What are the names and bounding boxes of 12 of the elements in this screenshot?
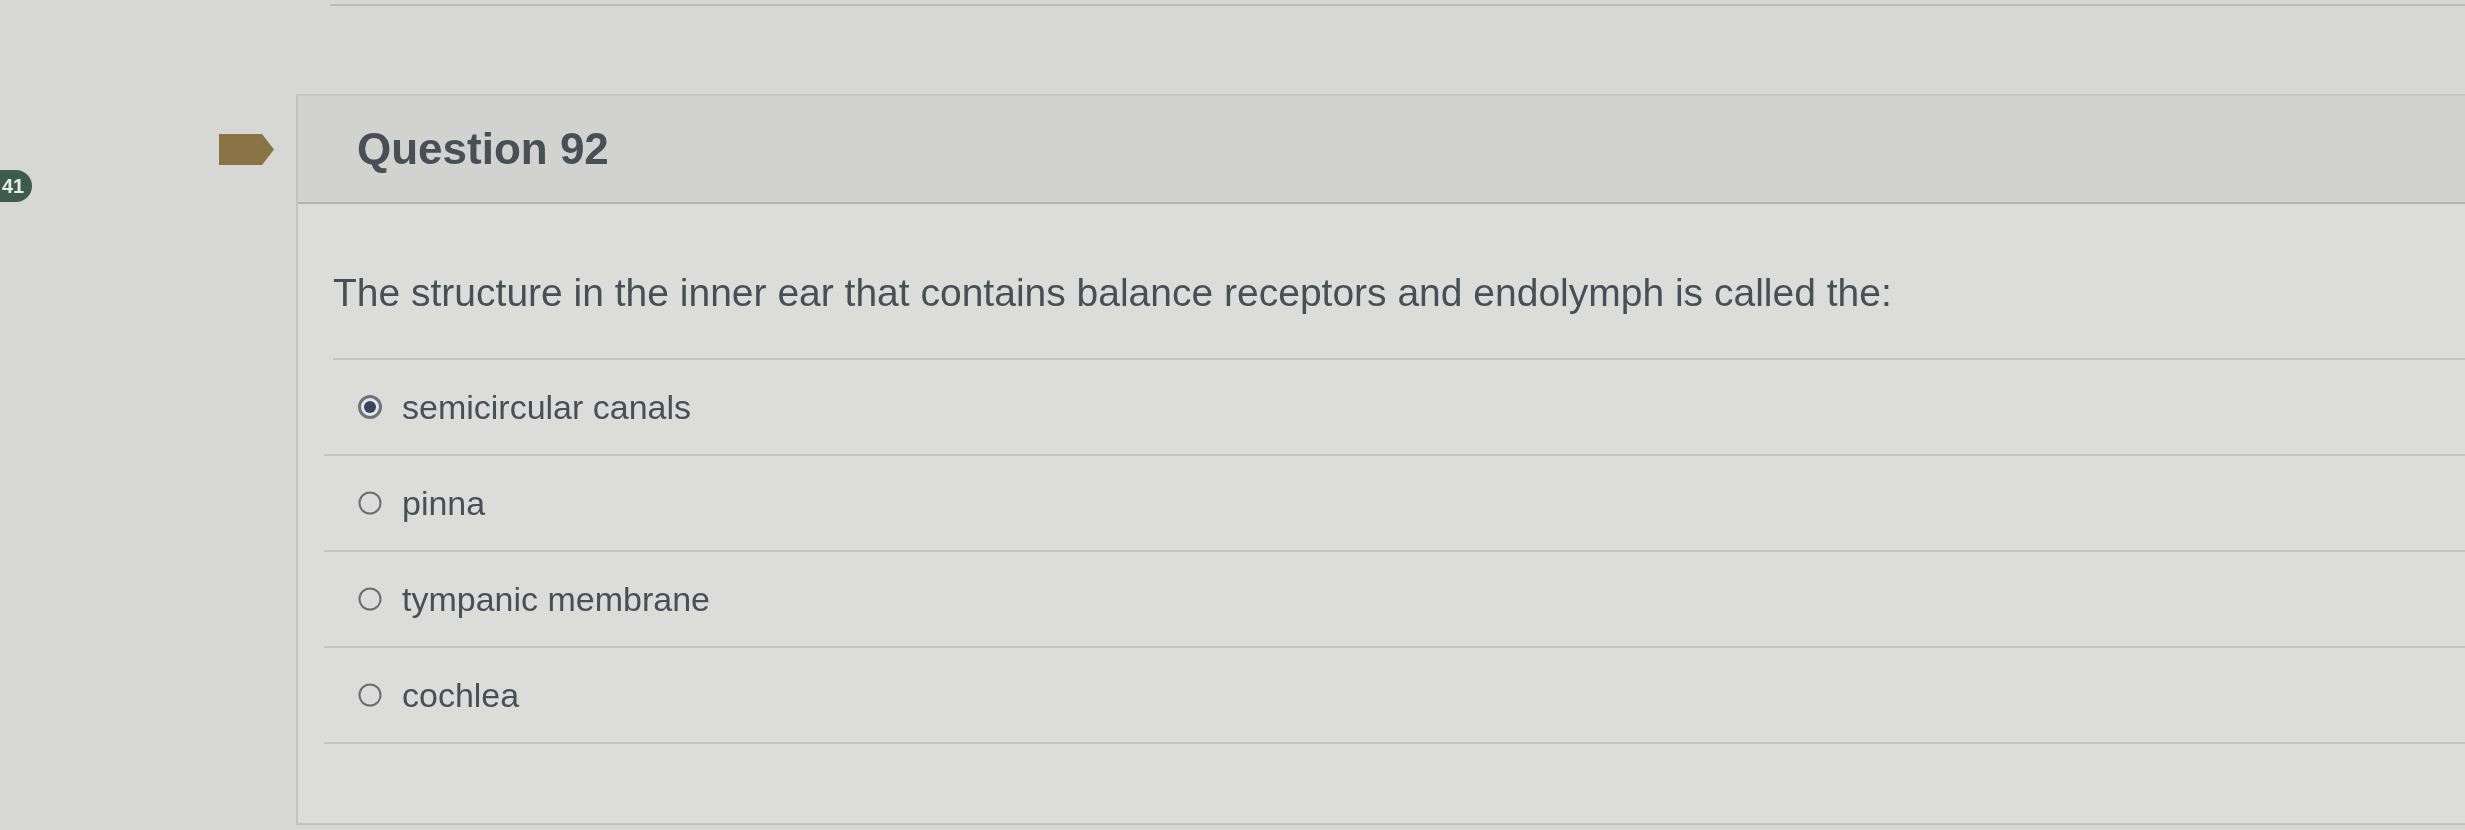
radio-button[interactable] xyxy=(358,395,382,419)
answer-option[interactable]: pinna xyxy=(402,483,486,523)
answer-option[interactable]: tympanic membrane xyxy=(402,579,710,619)
flag-icon[interactable] xyxy=(219,134,275,165)
question-title: Question 92 xyxy=(357,124,609,174)
answer-option[interactable]: semicircular canals xyxy=(402,387,692,427)
question-text: The structure in the inner ear that contains balance receptors and endolymph is called the: xyxy=(333,271,1892,314)
radio-button[interactable] xyxy=(358,587,382,611)
radio-button[interactable] xyxy=(358,683,382,707)
answer-option[interactable]: cochlea xyxy=(402,675,520,715)
question-number-badge: 41 xyxy=(0,170,33,202)
radio-button[interactable] xyxy=(358,491,382,515)
